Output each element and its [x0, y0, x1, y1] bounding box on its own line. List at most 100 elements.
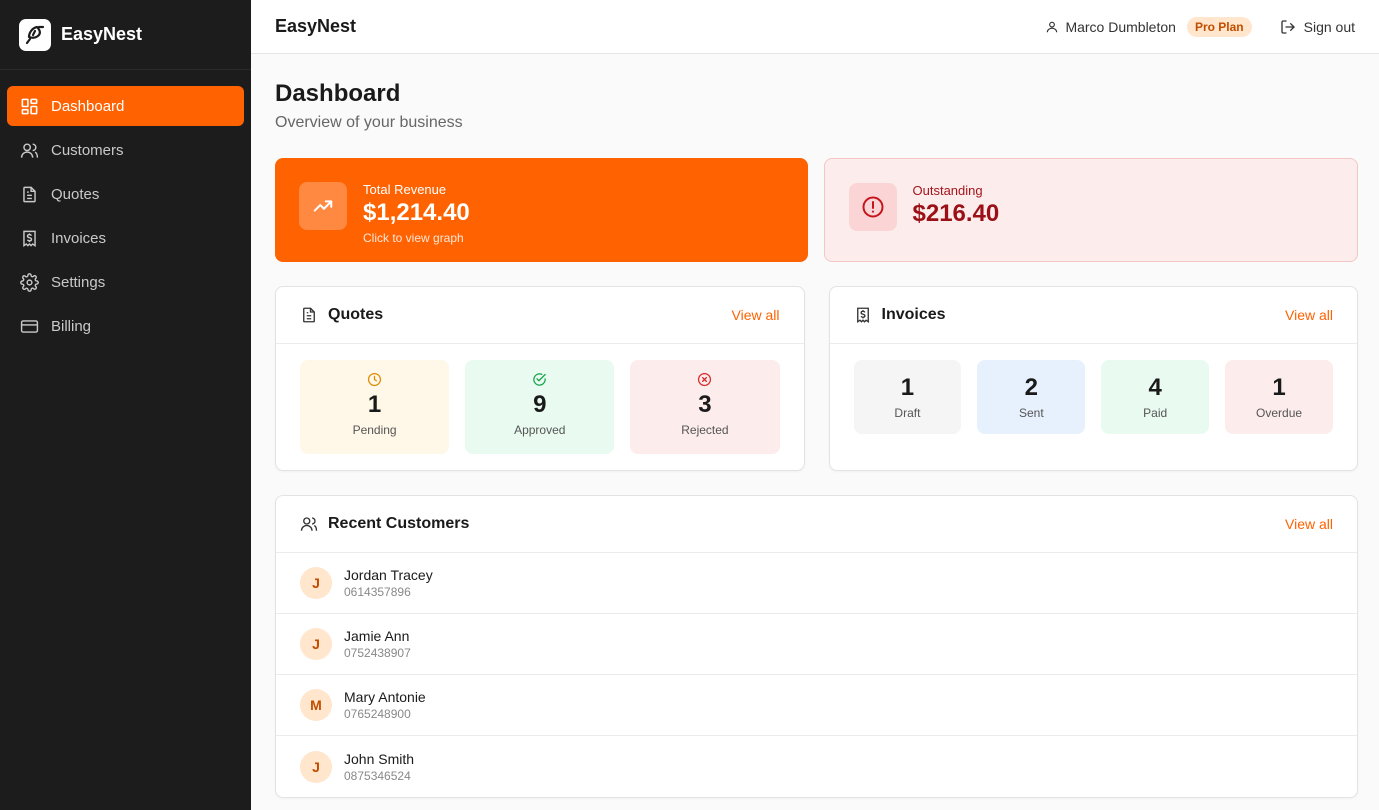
brand[interactable]: EasyNest: [0, 0, 251, 70]
customer-phone: 0765248900: [344, 707, 411, 721]
customers-view-all-link[interactable]: View all: [1285, 516, 1333, 532]
revenue-hint: Click to view graph: [363, 231, 464, 245]
avatar: J: [300, 750, 332, 783]
sign-out-label: Sign out: [1303, 18, 1355, 35]
invoice-tile-draft[interactable]: 1 Draft: [853, 360, 962, 434]
customer-row[interactable]: M Mary Antonie 0765248900: [276, 675, 1357, 736]
invoice-icon: [23, 230, 36, 247]
quotes-panel: Quotes View all 1 Pending 9 Approved 3 R: [275, 286, 805, 471]
sidebar-nav: Dashboard Customers Quotes Invoices Sett…: [0, 70, 251, 346]
invoices-panel-title: Invoices: [881, 306, 946, 323]
customer-name: Mary Antonie: [344, 689, 426, 705]
customer-info: John Smith 0875346524: [344, 751, 414, 783]
quotes-view-all-link[interactable]: View all: [732, 307, 780, 323]
check-circle-icon: [533, 373, 546, 386]
invoice-tiles: 1 Draft 2 Sent 4 Paid 1 Overdue: [830, 344, 1358, 450]
header-title: EasyNest: [275, 16, 357, 36]
sidebar-item-quotes[interactable]: Quotes: [7, 174, 244, 214]
invoices-panel-header: Invoices View all: [829, 287, 1357, 344]
quote-tiles: 1 Pending 9 Approved 3 Rejected: [276, 344, 804, 470]
sidebar-item-dashboard[interactable]: Dashboard: [7, 86, 244, 126]
stats-row: Total Revenue $1,214.40 Click to view gr…: [275, 158, 1358, 262]
invoice-overdue-label: Overdue: [1256, 406, 1303, 420]
quote-tile-approved[interactable]: 9 Approved: [465, 360, 615, 454]
revenue-text: Total Revenue $1,214.40 Click to view gr…: [363, 182, 470, 245]
customer-row[interactable]: J John Smith 0875346524: [276, 736, 1357, 797]
sidebar-item-label: Dashboard: [51, 97, 125, 115]
outstanding-label: Outstanding: [912, 183, 983, 198]
user-info[interactable]: Marco Dumbleton: [1045, 19, 1176, 35]
total-revenue-card[interactable]: Total Revenue $1,214.40 Click to view gr…: [275, 158, 808, 262]
invoice-draft-label: Draft: [894, 406, 921, 420]
customer-phone: 0875346524: [344, 768, 411, 783]
sidebar: EasyNest Dashboard Customers Quotes Invo…: [0, 0, 251, 810]
quotes-panel-header: Quotes View all: [276, 287, 804, 344]
avatar: J: [300, 628, 332, 660]
revenue-value: $1,214.40: [363, 199, 470, 226]
x-circle-icon: [698, 372, 712, 387]
trending-up-icon: [299, 182, 347, 230]
sign-out-icon: [1280, 19, 1295, 34]
customer-phone: 0752438907: [344, 646, 411, 660]
quote-pending-label: Pending: [352, 423, 397, 437]
sidebar-item-label: Invoices: [51, 229, 107, 247]
quote-rejected-label: Rejected: [681, 423, 729, 437]
top-header: EasyNest Marco Dumbleton Pro Plan Sign o…: [251, 0, 1379, 54]
outstanding-text: Outstanding $216.40: [913, 183, 1000, 228]
invoice-draft-count: 1: [900, 374, 915, 401]
quotes-panel-title: Quotes: [328, 306, 384, 323]
sidebar-item-label: Quotes: [51, 185, 100, 203]
quote-rejected-count: 3: [698, 391, 712, 418]
sidebar-item-customers[interactable]: Customers: [7, 130, 244, 170]
invoice-tile-paid[interactable]: 4 Paid: [1101, 360, 1210, 434]
avatar: M: [300, 689, 332, 721]
quote-approved-count: 9: [533, 391, 547, 418]
outstanding-value: $216.40: [912, 200, 1000, 227]
brand-logo-icon: [19, 18, 51, 51]
customer-info: Jordan Tracey 0614357896: [344, 567, 433, 599]
credit-card-icon: [20, 319, 39, 333]
customer-name: John Smith: [344, 750, 415, 767]
sidebar-item-label: Customers: [51, 141, 124, 159]
header-right: Marco Dumbleton Pro Plan Sign out: [1045, 16, 1355, 37]
invoice-tile-overdue[interactable]: 1 Overdue: [1225, 360, 1333, 434]
customer-row[interactable]: J Jamie Ann 0752438907: [276, 614, 1357, 675]
revenue-label: Total Revenue: [363, 182, 447, 197]
quote-approved-label: Approved: [514, 423, 566, 437]
invoice-tile-sent[interactable]: 2 Sent: [977, 360, 1086, 434]
user-icon: [1047, 21, 1058, 32]
invoices-panel: Invoices View all 1 Draft 2 Sent 4 Paid …: [828, 286, 1358, 471]
customer-name: Jordan Tracey: [344, 567, 433, 583]
customer-info: Mary Antonie 0765248900: [344, 689, 426, 721]
quote-tile-rejected[interactable]: 3 Rejected: [630, 360, 780, 454]
recent-customers-title: Recent Customers: [328, 515, 470, 532]
invoice-overdue-count: 1: [1272, 374, 1286, 401]
customer-name: Jamie Ann: [344, 628, 410, 644]
clock-icon: [368, 372, 382, 387]
summary-panels: Quotes View all 1 Pending 9 Approved 3 R: [275, 286, 1358, 471]
outstanding-card: Outstanding $216.40: [823, 158, 1358, 262]
invoice-paid-label: Paid: [1143, 406, 1168, 420]
recent-customers-header: Recent Customers View all: [276, 496, 1357, 553]
plan-badge: Pro Plan: [1186, 16, 1252, 37]
customer-info: Jamie Ann 0752438907: [344, 628, 411, 660]
sidebar-item-settings[interactable]: Settings: [7, 262, 244, 302]
customer-phone: 0614357896: [344, 585, 411, 599]
user-name: Marco Dumbleton: [1065, 18, 1176, 35]
recent-customers-panel: Recent Customers View all J Jordan Trace…: [275, 495, 1358, 798]
users-icon: [20, 142, 39, 158]
users-icon: [300, 517, 318, 531]
quote-pending-count: 1: [367, 391, 382, 418]
sidebar-item-label: Billing: [51, 317, 92, 335]
invoice-sent-label: Sent: [1018, 406, 1044, 420]
sidebar-item-label: Settings: [51, 273, 106, 291]
quote-tile-pending[interactable]: 1 Pending: [300, 360, 450, 454]
document-icon: [23, 186, 36, 202]
invoice-icon: [856, 307, 869, 324]
sidebar-item-billing[interactable]: Billing: [7, 306, 244, 346]
sign-out-button[interactable]: Sign out: [1280, 19, 1355, 35]
sidebar-item-invoices[interactable]: Invoices: [7, 218, 244, 258]
invoices-view-all-link[interactable]: View all: [1285, 307, 1333, 323]
gear-icon: [20, 272, 39, 292]
customer-row[interactable]: J Jordan Tracey 0614357896: [276, 553, 1357, 614]
